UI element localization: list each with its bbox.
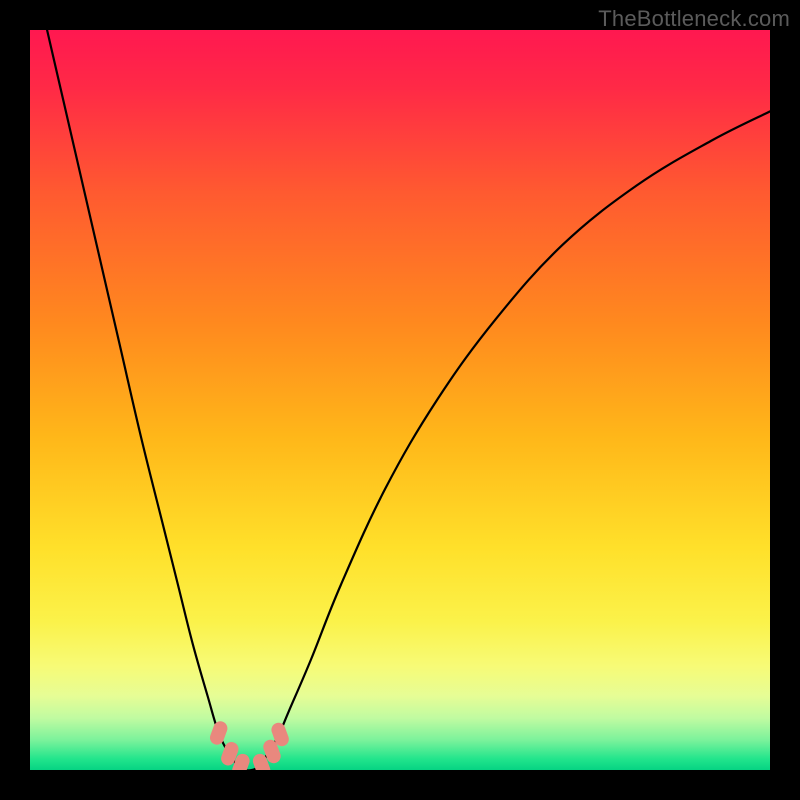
bottleneck-curve [30, 30, 770, 770]
watermark-text: TheBottleneck.com [598, 6, 790, 32]
chart-frame: TheBottleneck.com [0, 0, 800, 800]
curve-layer [30, 30, 770, 770]
plot-area [30, 30, 770, 770]
curve-marker [208, 719, 229, 746]
minimum-markers [208, 719, 291, 770]
